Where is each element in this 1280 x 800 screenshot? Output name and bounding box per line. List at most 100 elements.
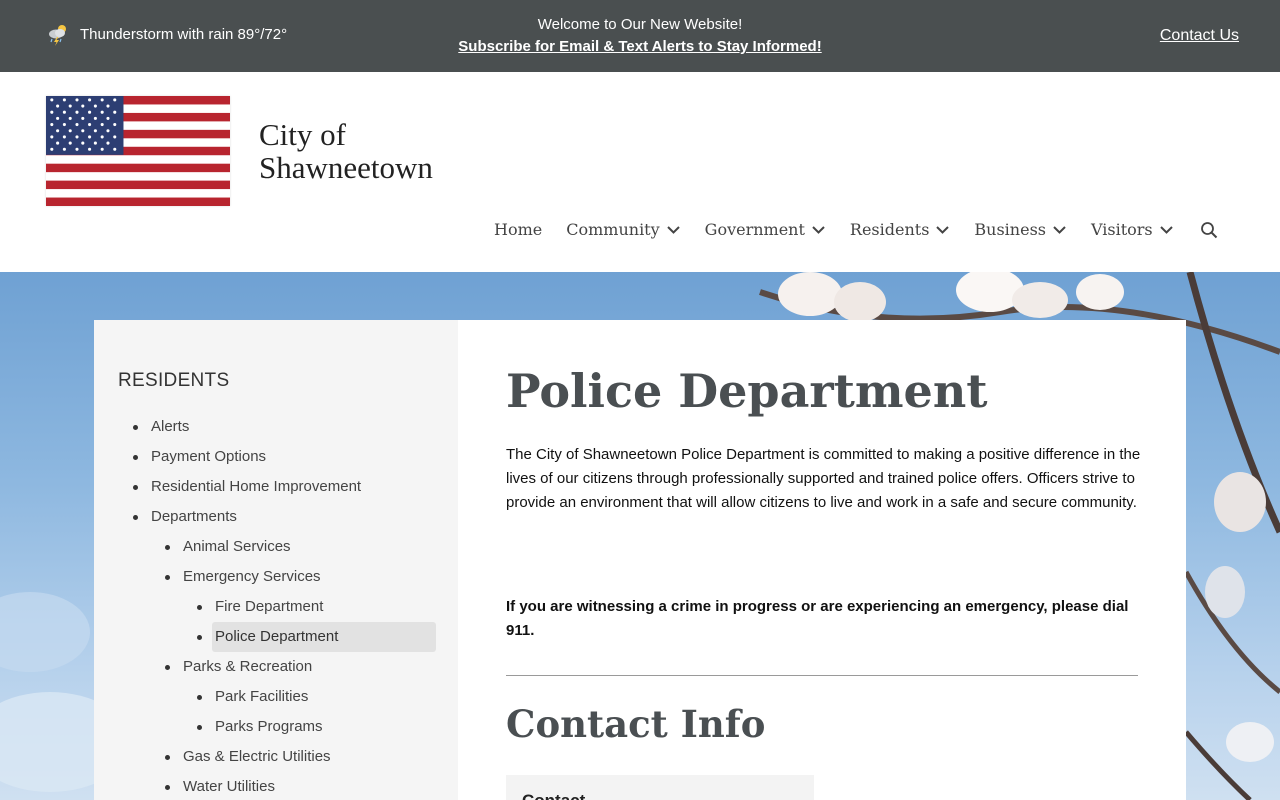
- flag-star: [100, 110, 104, 114]
- sidebar-item-departments[interactable]: Departments: [94, 502, 458, 532]
- sidebar-item-emergency-services[interactable]: Emergency Services: [94, 562, 458, 592]
- welcome-banner: Welcome to Our New Website! Subscribe fo…: [440, 14, 840, 58]
- bullet: [165, 785, 170, 790]
- flag-star: [75, 123, 79, 127]
- flag-star: [113, 98, 117, 102]
- flag-star: [113, 123, 117, 127]
- emergency-notice: If you are witnessing a crime in progres…: [506, 598, 1129, 639]
- nav-label: Business: [974, 220, 1046, 239]
- main-nav: Home Community Government Residents Busi…: [494, 220, 1218, 239]
- flag-star: [100, 135, 104, 139]
- nav-visitors[interactable]: Visitors: [1091, 220, 1174, 239]
- flag-star: [88, 110, 92, 114]
- flag-star: [93, 141, 97, 145]
- sidebar-title: RESIDENTS: [118, 370, 230, 391]
- nav-residents[interactable]: Residents: [850, 220, 951, 239]
- flag-star: [88, 135, 92, 139]
- site-name-line2: Shawneetown: [259, 150, 433, 185]
- sidebar-item-label: Water Utilities: [183, 778, 275, 795]
- nav-business[interactable]: Business: [974, 220, 1067, 239]
- flag-star: [100, 98, 104, 102]
- sidebar-item-fire-department[interactable]: Fire Department: [94, 592, 458, 622]
- sidebar-item-label: Emergency Services: [183, 568, 321, 585]
- flag-star: [56, 116, 60, 120]
- flag-star: [68, 116, 72, 120]
- nav-government[interactable]: Government: [705, 220, 826, 239]
- flag-star: [68, 104, 72, 108]
- nav-label: Home: [494, 220, 543, 239]
- american-flag-logo[interactable]: [46, 96, 230, 206]
- bullet: [133, 485, 138, 490]
- flag-star: [93, 129, 97, 133]
- flag-star: [62, 110, 66, 114]
- nav-community[interactable]: Community: [566, 220, 680, 239]
- sidebar-item-animal-services[interactable]: Animal Services: [94, 532, 458, 562]
- weather-text: Thunderstorm with rain 89°/72°: [80, 25, 288, 43]
- flag-star: [56, 104, 60, 108]
- flag-star: [81, 129, 85, 133]
- flag-stripe: [46, 180, 230, 190]
- contact-us-link[interactable]: Contact Us: [1160, 27, 1239, 45]
- bullet: [165, 665, 170, 670]
- contact-card: Contact: [506, 775, 814, 800]
- bullet: [197, 605, 202, 610]
- flag-star: [50, 98, 54, 102]
- flag-star: [106, 116, 110, 120]
- flag-star: [106, 129, 110, 133]
- flag-star: [81, 104, 85, 108]
- sidebar-item-park-facilities[interactable]: Park Facilities: [94, 682, 458, 712]
- site-name[interactable]: City of Shawneetown: [259, 118, 433, 184]
- sidebar-item-label: Payment Options: [151, 448, 267, 465]
- flag-star: [62, 135, 66, 139]
- sidebar-item-label: Parks Programs: [215, 718, 323, 735]
- bullet: [197, 635, 202, 640]
- bullet: [165, 755, 170, 760]
- flag-stripe: [46, 163, 230, 173]
- search-icon[interactable]: [1200, 221, 1218, 239]
- sidebar-item-label: Residential Home Improvement: [151, 478, 362, 495]
- sidebar-item-parks-recreation[interactable]: Parks & Recreation: [94, 652, 458, 682]
- sidebar-item-label: Animal Services: [183, 538, 291, 555]
- flag-star: [68, 129, 72, 133]
- thunderstorm-icon: [49, 25, 66, 46]
- flag-star: [81, 116, 85, 120]
- bullet: [133, 515, 138, 520]
- flag-star: [62, 123, 66, 127]
- flag-star: [88, 123, 92, 127]
- flag-star: [50, 135, 54, 139]
- sidebar-item-alerts[interactable]: Alerts: [94, 412, 458, 442]
- sidebar-item-label: Gas & Electric Utilities: [183, 748, 331, 765]
- sidebar-nav-list: Alerts Payment Options Residential Home …: [94, 412, 458, 800]
- welcome-text: Welcome to Our New Website!: [537, 16, 743, 33]
- flag-star: [56, 129, 60, 133]
- chevron-down-icon: [936, 225, 950, 234]
- flag-star: [113, 135, 117, 139]
- flag-star: [100, 147, 104, 151]
- sidebar-item-label: Fire Department: [215, 598, 324, 615]
- flag-star: [68, 141, 72, 145]
- flag-star: [50, 123, 54, 127]
- flag-star: [75, 147, 79, 151]
- sidebar-item-payment-options[interactable]: Payment Options: [94, 442, 458, 472]
- weather-widget[interactable]: Thunderstorm with rain 89°/72°: [46, 22, 287, 46]
- flag-star: [75, 135, 79, 139]
- bullet: [197, 725, 202, 730]
- sidebar-item-water-utilities[interactable]: Water Utilities: [94, 772, 458, 800]
- flag-star: [113, 147, 117, 151]
- flag-star: [50, 110, 54, 114]
- nav-home[interactable]: Home: [494, 220, 542, 239]
- sidebar-item-police-department[interactable]: Police Department: [94, 622, 458, 652]
- subscribe-link[interactable]: Subscribe for Email & Text Alerts to Sta…: [440, 36, 840, 58]
- sidebar-item-gas-electric-utilities[interactable]: Gas & Electric Utilities: [94, 742, 458, 772]
- flag-star: [113, 110, 117, 114]
- sidebar-item-label: Parks & Recreation: [183, 658, 313, 675]
- flag-star: [100, 123, 104, 127]
- flag-star: [93, 116, 97, 120]
- sidebar-item-residential-home-improvement[interactable]: Residential Home Improvement: [94, 472, 458, 502]
- sidebar-item-label: Alerts: [151, 418, 190, 435]
- bullet: [165, 545, 170, 550]
- sidebar-item-parks-programs[interactable]: Parks Programs: [94, 712, 458, 742]
- flag-star: [106, 104, 110, 108]
- bullet: [133, 455, 138, 460]
- flag-star: [75, 110, 79, 114]
